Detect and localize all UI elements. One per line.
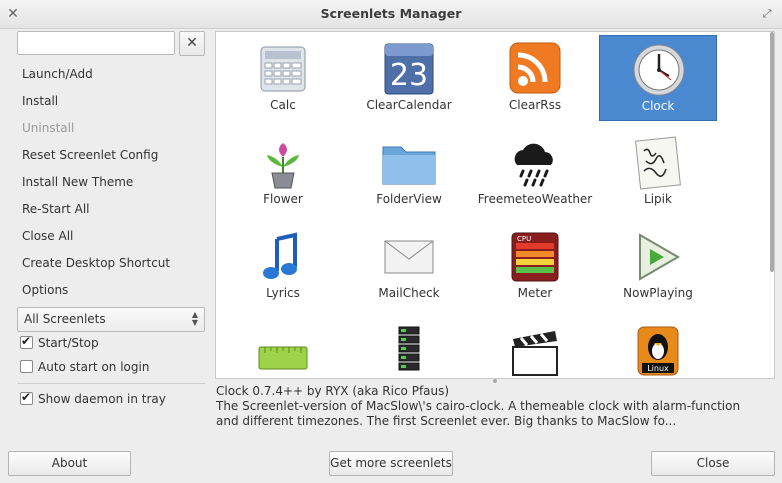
tile-label: Calc	[270, 98, 296, 112]
screenlet-tile-nowplaying[interactable]: NowPlaying	[599, 223, 717, 309]
screenlet-tile-clearrss[interactable]: ClearRss	[476, 35, 594, 121]
screenlet-tile-freemeteoweather[interactable]: FreemeteoWeather	[476, 129, 594, 215]
rss-icon	[509, 42, 561, 94]
launch-add-action[interactable]: Launch/Add	[22, 64, 93, 84]
tile-label: Clock	[641, 99, 675, 113]
window-title: Screenlets Manager	[320, 6, 462, 21]
screenlet-filter-select[interactable]: All Screenlets ▲ ▼	[17, 307, 205, 332]
folder-icon	[382, 146, 436, 185]
screenlet-tile-lyrics[interactable]: Lyrics	[224, 223, 342, 309]
grid-scrollbar[interactable]	[770, 32, 774, 272]
check-icon: ✔	[21, 334, 32, 348]
close-window-icon[interactable]: ✕	[2, 0, 24, 28]
screenlet-tile-server-stack[interactable]	[350, 317, 468, 378]
play-icon	[639, 233, 680, 281]
clear-icon: ✕	[186, 35, 198, 51]
uninstall-action[interactable]: Uninstall	[22, 118, 74, 138]
filter-selected-value: All Screenlets	[24, 312, 106, 326]
calendar-day-text: 23	[390, 58, 428, 93]
maximize-icon[interactable]: ⤢	[756, 0, 778, 28]
options-action[interactable]: Options	[22, 280, 68, 300]
spin-arrows-icon: ▲ ▼	[191, 310, 198, 327]
envelope-icon	[384, 240, 434, 274]
meter-icon: CPU	[511, 232, 559, 282]
reset-config-action[interactable]: Reset Screenlet Config	[22, 145, 158, 165]
auto-start-label: Auto start on login	[38, 360, 150, 374]
screenlet-tile-clock[interactable]: Clock	[599, 35, 717, 121]
screenlet-tile-clapperboard[interactable]	[476, 317, 594, 378]
calendar-icon: 23	[384, 43, 434, 95]
description-text-2: and different timezones. The first Scree…	[216, 414, 677, 428]
server-stack-icon	[398, 326, 420, 371]
ruler-icon	[258, 346, 308, 370]
show-daemon-label: Show daemon in tray	[38, 392, 166, 406]
start-stop-label: Start/Stop	[38, 336, 99, 350]
about-button[interactable]: About	[8, 451, 131, 476]
tile-label: NowPlaying	[623, 286, 693, 300]
restart-all-action[interactable]: Re-Start All	[22, 199, 90, 219]
screenlet-tile-flower[interactable]: Flower	[224, 129, 342, 215]
checkbox-box[interactable]	[20, 360, 33, 373]
tile-label: Lyrics	[266, 286, 300, 300]
tile-label: Lipik	[644, 192, 672, 206]
clock-icon	[633, 44, 685, 96]
screenlet-tile-ruler[interactable]	[224, 317, 342, 378]
music-note-icon	[263, 232, 297, 279]
weather-icon	[514, 143, 553, 187]
close-button[interactable]: Close	[651, 451, 775, 476]
clapperboard-icon	[512, 331, 558, 376]
check-icon: ✔	[21, 390, 32, 404]
checkbox-box[interactable]: ✔	[20, 334, 33, 349]
screenlet-tile-mailcheck[interactable]: MailCheck	[350, 223, 468, 309]
divider	[17, 383, 205, 384]
close-all-action[interactable]: Close All	[22, 226, 73, 246]
screenlets-manager-window: ✕ Screenlets Manager ⤢ ✕ Launch/Add Inst…	[0, 0, 782, 483]
tile-label: ClearRss	[508, 98, 562, 112]
pane-splitter-handle[interactable]	[493, 379, 497, 383]
install-theme-action[interactable]: Install New Theme	[22, 172, 133, 192]
screenlet-tile-linux[interactable]: Linux	[599, 317, 717, 378]
screenlet-tile-meter[interactable]: CPU Meter	[476, 223, 594, 309]
screenlet-tile-clearcalendar[interactable]: 23 ClearCalendar	[350, 35, 468, 121]
linux-tux-icon: Linux	[637, 326, 679, 376]
screenlet-grid[interactable]: Calc 23 ClearCalendar ClearRss Clock Flo…	[215, 31, 775, 379]
get-more-screenlets-button[interactable]: Get more screenlets	[329, 451, 453, 476]
tile-label: MailCheck	[378, 286, 440, 300]
tile-label: FolderView	[376, 192, 442, 206]
screenlet-tile-folderview[interactable]: FolderView	[350, 129, 468, 215]
meter-cpu-text: CPU	[517, 235, 531, 243]
screenlet-tile-lipik[interactable]: Lipik	[599, 129, 717, 215]
clear-search-button[interactable]: ✕	[179, 31, 205, 56]
screenlet-description: Clock 0.7.4++ by RYX (aka Rico Pfaus) Th…	[216, 384, 776, 429]
linux-text: Linux	[647, 364, 669, 373]
start-stop-checkbox[interactable]: ✔ Start/Stop	[20, 334, 99, 353]
screenlet-tile-calc[interactable]: Calc	[224, 35, 342, 121]
show-daemon-checkbox[interactable]: ✔ Show daemon in tray	[20, 390, 166, 409]
search-input[interactable]	[17, 31, 175, 55]
auto-start-checkbox[interactable]: Auto start on login	[20, 359, 149, 377]
titlebar: ✕ Screenlets Manager ⤢	[0, 0, 782, 29]
notepad-icon	[635, 136, 681, 190]
tile-label: ClearCalendar	[366, 98, 452, 112]
checkbox-box[interactable]: ✔	[20, 390, 33, 405]
tile-label: Meter	[517, 286, 553, 300]
install-action[interactable]: Install	[22, 91, 58, 111]
tile-label: FreemeteoWeather	[477, 192, 593, 206]
calculator-icon	[260, 46, 306, 92]
flower-icon	[267, 143, 299, 189]
create-shortcut-action[interactable]: Create Desktop Shortcut	[22, 253, 170, 273]
description-text-1: The Screenlet-version of MacSlow\'s cair…	[216, 399, 741, 413]
description-title: Clock 0.7.4++ by RYX (aka Rico Pfaus)	[216, 384, 450, 398]
tile-label: Flower	[263, 192, 303, 206]
